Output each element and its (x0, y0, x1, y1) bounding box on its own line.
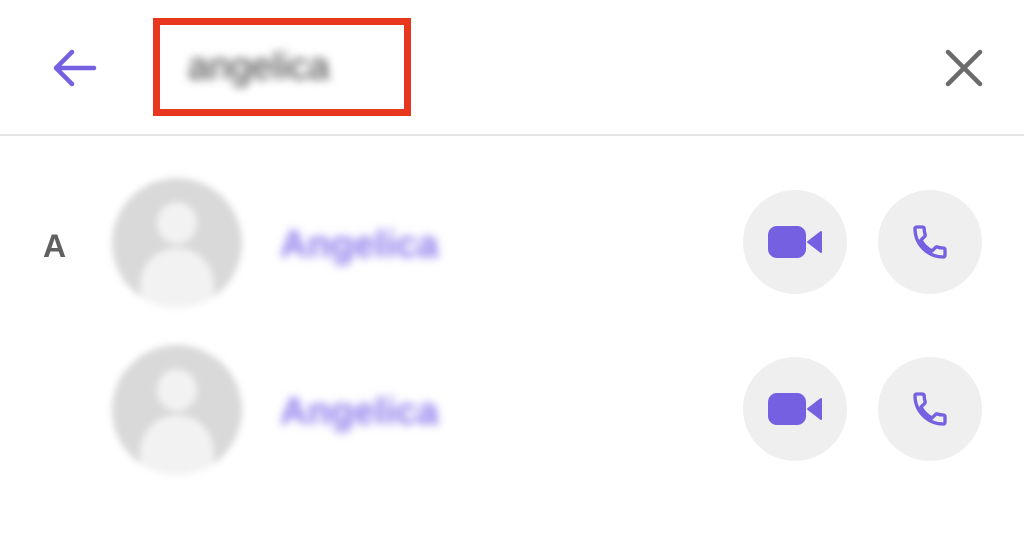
contact-search-screen: A Angelica Angelica (0, 0, 1024, 543)
avatar (112, 178, 242, 308)
clear-search-button[interactable] (932, 36, 996, 100)
search-field-highlight (153, 18, 411, 116)
video-camera-icon (768, 226, 822, 258)
phone-icon (913, 225, 947, 259)
list-item[interactable]: Angelica (0, 345, 1024, 475)
voice-call-button[interactable] (878, 190, 982, 294)
avatar (112, 345, 242, 475)
contact-name: Angelica (280, 224, 439, 266)
close-icon (945, 49, 983, 87)
arrow-left-icon (53, 49, 97, 87)
list-item[interactable]: Angelica (0, 178, 1024, 308)
phone-icon (913, 392, 947, 426)
video-camera-icon (768, 393, 822, 425)
search-header (0, 0, 1024, 136)
video-call-button[interactable] (743, 190, 847, 294)
voice-call-button[interactable] (878, 357, 982, 461)
back-button[interactable] (44, 38, 104, 98)
video-call-button[interactable] (743, 357, 847, 461)
contact-name: Angelica (280, 391, 439, 433)
search-input[interactable] (188, 45, 378, 89)
